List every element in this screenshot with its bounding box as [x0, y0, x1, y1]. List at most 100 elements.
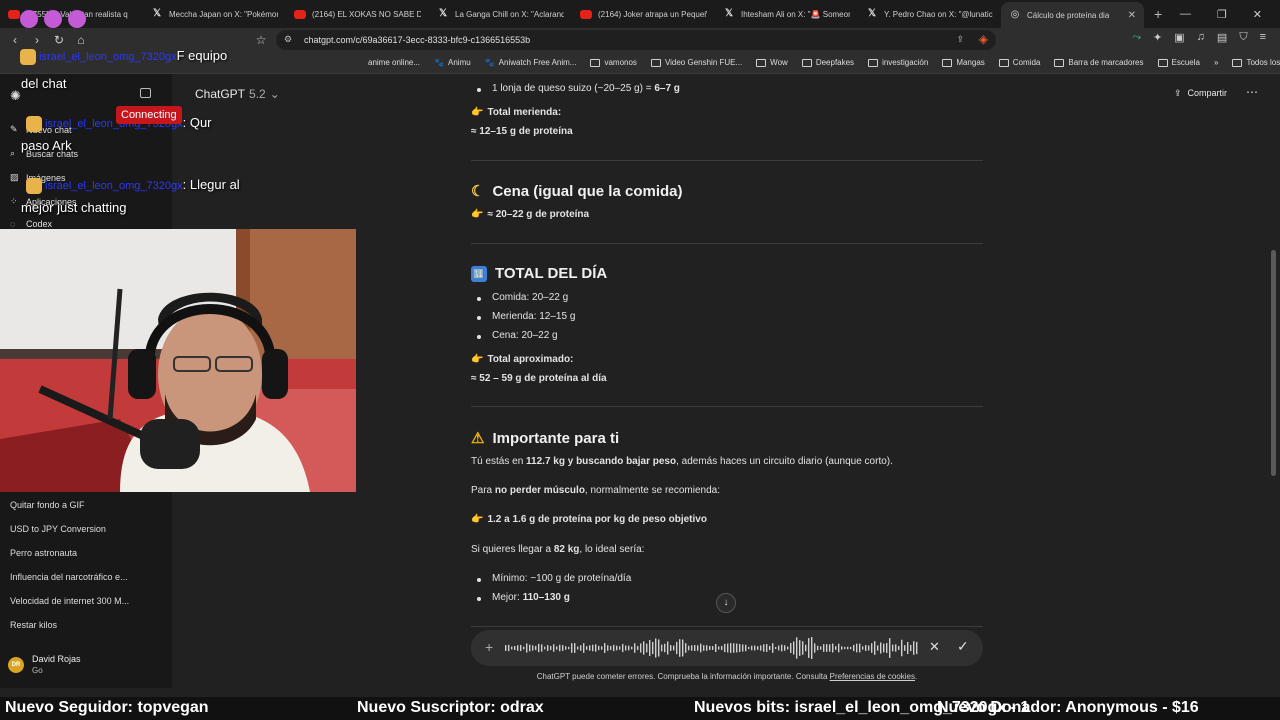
- search-icon: ⌕: [10, 148, 16, 158]
- folder-icon: [756, 58, 767, 67]
- scroll-down-button[interactable]: ↓: [716, 593, 736, 613]
- bookmark-icon[interactable]: ☆: [250, 33, 272, 47]
- sidebar-item-codex[interactable]: ◌ Codex: [10, 219, 52, 229]
- bookmark-item[interactable]: 🐾 Aniwatch Free Anim...: [485, 58, 577, 67]
- avatar: DR: [8, 656, 24, 673]
- cancel-recording-icon[interactable]: ✕: [929, 639, 940, 655]
- model-selector[interactable]: ChatGPT 5.2 ⌄: [195, 87, 280, 101]
- folder-icon: [868, 58, 879, 67]
- stream-chat-line: paso Ark: [21, 138, 72, 153]
- recent-chat[interactable]: Perro astronauta: [10, 548, 77, 558]
- bookmark-folder[interactable]: Deepfakes: [801, 58, 854, 67]
- browser-tab-active[interactable]: ◎ Cálculo de proteína dia ✕: [1001, 2, 1144, 28]
- user-plan: Go: [32, 666, 43, 675]
- emote-icon: [44, 10, 62, 28]
- browser-tab[interactable]: 𝕏 Ihtesham Ali on X: "🚨 Someon: [715, 3, 858, 25]
- plus-icon[interactable]: +: [485, 639, 493, 655]
- user-profile[interactable]: DR David Rojas Go: [8, 654, 81, 675]
- bookmark-folder[interactable]: Comida: [998, 58, 1040, 67]
- numbers-icon: 🔢: [471, 265, 487, 282]
- browser-tab[interactable]: (2164) Joker atrapa un Pequeñ: [572, 3, 715, 25]
- minimize-icon[interactable]: —: [1180, 8, 1191, 21]
- share-button[interactable]: ⇪ Compartir: [1174, 88, 1227, 99]
- menu-icon[interactable]: ≡: [1260, 31, 1266, 44]
- folder-icon: [1054, 58, 1065, 67]
- bookmark-folder[interactable]: Escuela: [1157, 58, 1200, 67]
- codex-icon: ◌: [10, 219, 16, 229]
- recent-chat[interactable]: Influencia del narcotráfico e...: [10, 572, 128, 582]
- bookmark-folder[interactable]: Wow: [756, 58, 788, 67]
- bookmark-folder[interactable]: vamonos: [590, 58, 637, 67]
- more-options-icon[interactable]: ⋯: [1246, 85, 1258, 99]
- emote-icon: [26, 115, 42, 132]
- x-icon: 𝕏: [152, 8, 162, 19]
- back-icon[interactable]: ‹: [4, 33, 26, 47]
- bookmark-folder[interactable]: Video Genshin FUE...: [650, 58, 742, 67]
- recent-chat[interactable]: Quitar fondo a GIF: [10, 500, 85, 510]
- aprox-value: ≈ 52 – 59 g de proteína al día: [471, 373, 607, 384]
- bookmark-folder[interactable]: Mangas: [942, 58, 985, 67]
- folder-icon: [650, 58, 661, 67]
- music-icon[interactable]: ♫: [1197, 31, 1205, 44]
- webcam-overlay: [0, 229, 356, 492]
- forward-icon[interactable]: ›: [26, 33, 48, 47]
- maximize-icon[interactable]: ❐: [1217, 8, 1227, 21]
- emote-icon: [20, 10, 38, 28]
- share-page-icon[interactable]: ⇪: [956, 34, 964, 45]
- bookmark-folder[interactable]: investigación: [868, 58, 928, 67]
- window-controls: — ❐ ✕: [1180, 8, 1280, 21]
- new-chat-icon: ✎: [10, 124, 18, 134]
- section-heading: 🔢 TOTAL DEL DÍA: [471, 265, 607, 282]
- more-bookmarks-icon[interactable]: »: [1214, 58, 1218, 67]
- list-item: Comida: 20–22 g: [471, 292, 568, 303]
- divider: [471, 160, 983, 161]
- all-favorites[interactable]: Todos los favoritos: [1232, 58, 1280, 67]
- close-window-icon[interactable]: ✕: [1253, 8, 1262, 21]
- sidebar-toggle-icon[interactable]: [140, 88, 151, 98]
- ticker-follower: Nuevo Seguidor: topvegan: [5, 699, 209, 716]
- wallet-icon[interactable]: ▤: [1217, 31, 1227, 44]
- new-tab-icon[interactable]: +: [1144, 6, 1172, 22]
- brave-shield-icon[interactable]: ◈: [979, 32, 988, 46]
- folder-icon: [998, 58, 1009, 67]
- browser-tab[interactable]: (2164) EL XOKAS NO SABE DIV: [286, 3, 429, 25]
- bookmark-item[interactable]: anime online...: [368, 58, 420, 67]
- close-tab-icon[interactable]: ✕: [1128, 10, 1136, 21]
- recent-chat[interactable]: USD to JPY Conversion: [10, 524, 106, 534]
- emote-icon: [26, 177, 42, 194]
- browser-tab[interactable]: 𝕏 Y. Pedro Chao on X: "@lunatic: [858, 3, 1001, 25]
- sidebar-icon[interactable]: ▣: [1174, 31, 1184, 44]
- pointing-hand-icon: 👉: [471, 107, 484, 118]
- cookie-preferences-link[interactable]: Preferencias de cookies: [830, 672, 915, 681]
- screen: [1755] Ni Vales tan realista q 𝕏Meccha J…: [0, 0, 1280, 720]
- recent-chat[interactable]: Velocidad de internet 300 M...: [10, 596, 129, 606]
- bookmark-item[interactable]: 🐾 Animu: [434, 58, 471, 67]
- divider: [471, 626, 983, 627]
- stream-chat-line: israel_el_leon_omg_7320gx: Llegur al: [26, 177, 240, 194]
- share-icon: ⇪: [1174, 88, 1182, 98]
- site-info-icon[interactable]: ⚙: [284, 34, 292, 45]
- folder-icon: [590, 58, 601, 67]
- voice-composer[interactable]: + ✕ ✓: [471, 630, 983, 666]
- stream-alert-ticker: Nuevo Seguidor: topvegan Nuevo Suscripto…: [0, 697, 1280, 720]
- home-icon[interactable]: ⌂: [70, 33, 92, 47]
- x-icon: 𝕏: [867, 8, 877, 19]
- stream-chat-line: mejor just chatting: [21, 200, 127, 215]
- browser-tab[interactable]: 𝕏 Meccha Japan on X: "Pokémon: [143, 3, 286, 25]
- puzzle-icon[interactable]: ✦: [1153, 31, 1162, 44]
- openai-logo-icon[interactable]: ✺: [10, 88, 21, 104]
- address-bar[interactable]: ⚙ chatgpt.com/c/69a36617-3ecc-8333-bfc9-…: [276, 30, 996, 50]
- browser-tab[interactable]: 𝕏 La Ganga Chill on X: "Aclarando: [429, 3, 572, 25]
- stream-chat-line: del chat: [21, 76, 67, 91]
- vpn-icon[interactable]: ⛉: [1239, 31, 1247, 44]
- chevron-down-icon: ⌄: [269, 87, 280, 101]
- extension-icon[interactable]: ⤳: [1132, 31, 1141, 44]
- bookmark-folder[interactable]: Barra de marcadores: [1054, 58, 1144, 67]
- scrollbar[interactable]: [1271, 250, 1276, 476]
- recent-chat[interactable]: Restar kilos: [10, 620, 57, 630]
- folder-icon: [942, 58, 953, 67]
- merienda-total-label: 👉 Total merienda:: [471, 107, 562, 118]
- confirm-recording-icon[interactable]: ✓: [957, 638, 969, 655]
- reload-icon[interactable]: ↻: [48, 33, 70, 47]
- folder-icon: [1157, 58, 1168, 67]
